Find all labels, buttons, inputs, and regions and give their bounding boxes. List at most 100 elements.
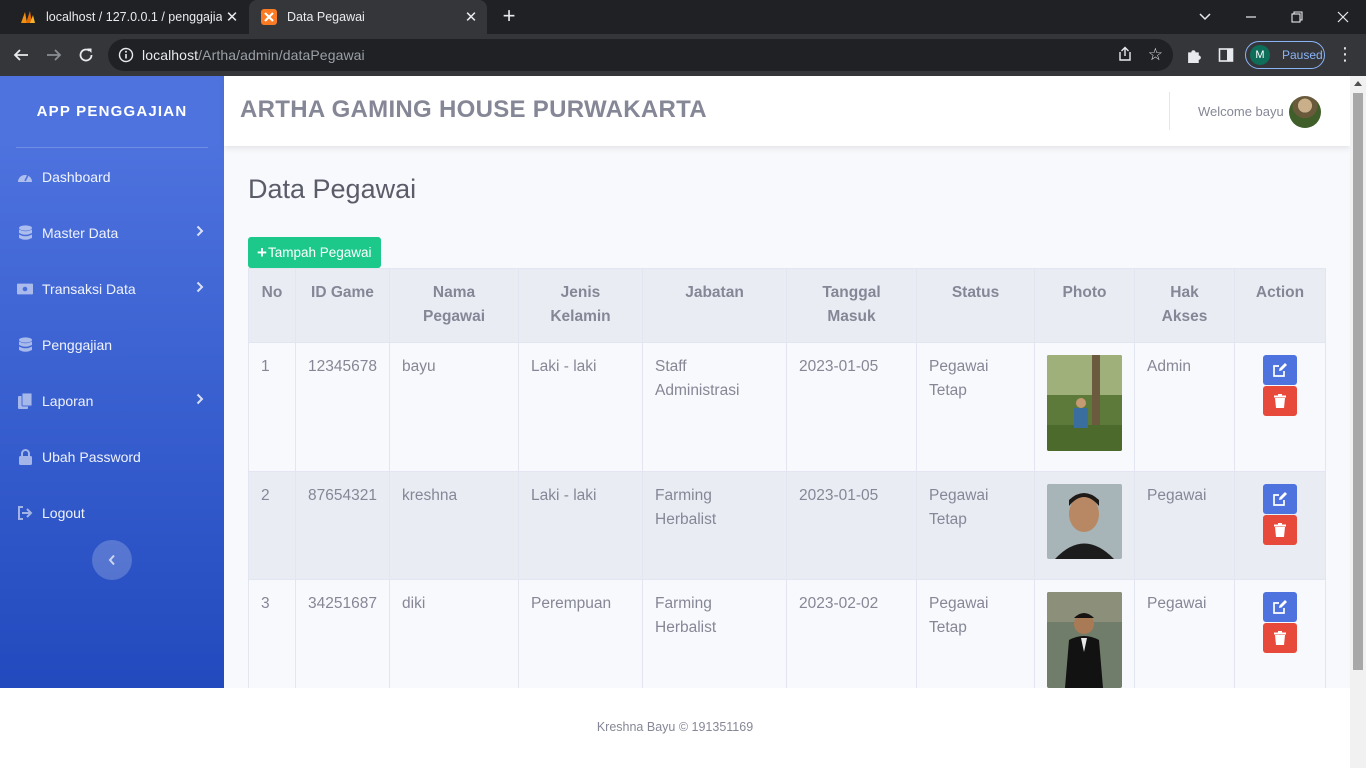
sidebar: APP PENGGAJIAN Dashboard Master Data Tra… [0,76,224,688]
sidebar-item-dashboard[interactable]: Dashboard [0,149,224,205]
browser-tab-title: localhost / 127.0.0.1 / penggajian [46,10,222,24]
delete-button[interactable] [1263,515,1297,545]
sidebar-item-label: Master Data [42,225,119,241]
browser-tab-title: Data Pegawai [287,10,365,24]
trash-icon [1274,523,1286,537]
close-tab-icon[interactable]: ✕ [222,8,242,26]
sidebar-toggle-button[interactable] [92,540,132,580]
profile-button[interactable]: M Paused [1245,41,1325,69]
phpmyadmin-favicon-icon [21,11,35,23]
url-host: localhost [142,47,199,63]
bookmark-star-icon[interactable]: ☆ [1148,45,1163,65]
delete-button[interactable] [1263,623,1297,653]
add-pegawai-label: Tampah Pegawai [267,245,372,260]
reload-button[interactable] [71,40,101,70]
page-title: Data Pegawai [248,174,417,204]
browser-tabstrip: localhost / 127.0.0.1 / penggajian ✕ Dat… [0,0,1366,34]
xampp-favicon-icon [261,9,277,25]
cell-nama: kreshna [389,471,519,580]
cell-id-game: 12345678 [295,342,390,472]
browser-tab-data-pegawai[interactable]: Data Pegawai ✕ [249,0,487,34]
back-button[interactable] [6,40,36,70]
forward-button[interactable] [39,40,69,70]
sidebar-item-logout[interactable]: Logout [0,485,224,541]
delete-button[interactable] [1263,386,1297,416]
edit-icon [1273,600,1287,614]
sidebar-item-master-data[interactable]: Master Data [0,205,224,261]
column-header[interactable]: Jabatan [642,268,787,343]
cell-no: 1 [248,342,296,472]
close-icon [1337,11,1349,23]
minimize-icon [1246,16,1256,18]
profile-status: Paused [1282,48,1323,62]
edit-icon [1273,492,1287,506]
cell-jenis-kelamin: Laki - laki [518,342,643,472]
money-bill-icon [17,281,33,297]
share-icon[interactable] [1117,46,1133,62]
welcome-text[interactable]: Welcome bayu [1198,104,1284,119]
column-header[interactable]: No [248,268,296,343]
sidebar-item-transaksi-data[interactable]: Transaksi Data [0,261,224,317]
sidebar-item-penggajian[interactable]: Penggajian [0,317,224,373]
scroll-up-arrow-icon[interactable] [1354,81,1362,86]
column-header[interactable]: Status [916,268,1035,343]
table-header-row: No ID Game Nama Pegawai Jenis Kelamin Ja… [248,268,1326,343]
column-header[interactable]: ID Game [295,268,390,343]
browser-menu-icon[interactable]: ⋮ [1336,44,1354,64]
arrow-left-icon [13,49,28,61]
cell-photo [1034,342,1135,472]
column-header[interactable]: Action [1234,268,1326,343]
column-header[interactable]: Photo [1034,268,1135,343]
column-header[interactable]: Tanggal Masuk [786,268,917,343]
footer-copyright: Kreshna Bayu © 191351169 [596,720,754,734]
chevron-right-icon [196,281,204,293]
employee-photo [1047,592,1122,688]
cell-jabatan: Staff Administrasi [642,342,787,472]
column-header[interactable]: Jenis Kelamin [518,268,643,343]
url-text: localhost/Artha/admin/dataPegawai [142,47,365,63]
puzzle-icon [1187,49,1201,63]
sidebar-brand[interactable]: APP PENGGAJIAN [0,103,224,120]
edit-button[interactable] [1263,484,1297,514]
employee-photo [1047,484,1122,559]
info-icon[interactable] [118,47,134,63]
side-panel-button[interactable] [1216,45,1236,65]
new-tab-button[interactable]: + [497,5,521,29]
profile-avatar: M [1250,45,1270,65]
extensions-button[interactable] [1184,45,1204,65]
edit-icon [1273,363,1287,377]
topbar-divider [1169,92,1170,130]
footer: Kreshna Bayu © 191351169 [0,688,1350,768]
close-tab-icon[interactable]: ✕ [461,8,481,26]
user-avatar[interactable] [1289,96,1321,128]
edit-button[interactable] [1263,355,1297,385]
trash-icon [1274,394,1286,408]
employee-photo [1047,355,1122,451]
add-pegawai-button[interactable]: + Tampah Pegawai [248,237,381,268]
chevron-right-icon [196,225,204,237]
sidebar-item-label: Dashboard [42,169,111,185]
restore-button[interactable] [1274,0,1320,34]
sidebar-item-label: Ubah Password [42,449,141,465]
sidebar-item-laporan[interactable]: Laporan [0,373,224,429]
column-header[interactable]: Nama Pegawai [389,268,519,343]
site-title: ARTHA GAMING HOUSE PURWAKARTA [240,96,707,123]
sidebar-item-label: Transaksi Data [42,281,136,297]
table-row: 1 12345678 bayu Laki - laki Staff Admini… [248,342,1326,472]
column-header[interactable]: Hak Akses [1134,268,1235,343]
browser-tab-phpmyadmin[interactable]: localhost / 127.0.0.1 / penggajian ✕ [8,0,248,34]
minimize-button[interactable] [1228,0,1274,34]
page-viewport: APP PENGGAJIAN Dashboard Master Data Tra… [0,76,1366,768]
sidebar-item-label: Penggajian [42,337,113,353]
cell-photo [1034,471,1135,580]
tab-search-button[interactable] [1192,0,1218,34]
chevron-right-icon [196,393,204,405]
page-scrollbar[interactable] [1350,76,1366,768]
chevron-down-icon [1199,13,1211,21]
sidebar-item-ubah-password[interactable]: Ubah Password [0,429,224,485]
edit-button[interactable] [1263,592,1297,622]
scrollbar-thumb[interactable] [1353,93,1363,670]
close-window-button[interactable] [1320,0,1366,34]
address-bar[interactable]: localhost/Artha/admin/dataPegawai ☆ [108,39,1173,71]
sidebar-item-label: Logout [42,505,85,521]
